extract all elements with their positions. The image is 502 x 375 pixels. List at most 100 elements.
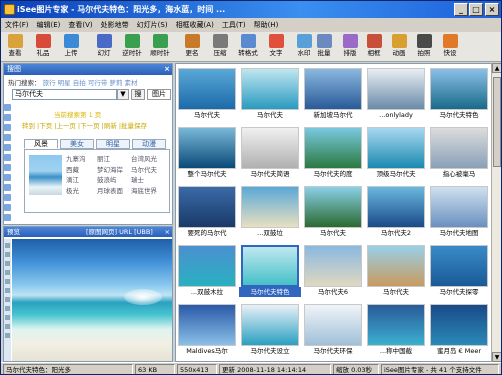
category-link[interactable]: 瑞士 [131, 175, 157, 186]
category-link[interactable]: 丽江 [97, 154, 123, 165]
category-thumbnail[interactable] [29, 155, 62, 195]
toolbar-button[interactable]: 压缩 [208, 33, 232, 61]
vertical-scrollbar[interactable]: ▲ ▼ [491, 63, 501, 362]
thumbnail-image[interactable] [367, 186, 425, 228]
thumbnail-item[interactable]: 马尔代夫6 [302, 243, 364, 299]
thumbnail-image[interactable] [178, 186, 236, 228]
thumbnail-item[interactable]: 马尔代夫特色 [239, 243, 301, 299]
thumbnail-item[interactable]: 马尔代夫 [176, 66, 238, 122]
close-icon[interactable]: × [165, 227, 170, 237]
thumbnail-item[interactable]: 马尔代夫地图 [428, 184, 490, 240]
toolbar-button[interactable]: 批量 [312, 33, 336, 61]
preview-links[interactable]: [原图网页] URL [UBB] [86, 227, 153, 237]
menu-item[interactable]: 幻灯片(S) [133, 18, 172, 32]
engine-select[interactable]: 图片 [147, 89, 171, 100]
thumbnail-item[interactable]: ...称中国截 [365, 302, 427, 358]
thumbnail-item[interactable]: 要死的马尔代 [176, 184, 238, 240]
page-nav-link[interactable]: 下一页 [80, 122, 100, 130]
thumbnail-item[interactable]: ...双鼓垃 [239, 184, 301, 240]
thumbnail-item[interactable]: 马尔代夫环保 [302, 302, 364, 358]
thumbnail-image[interactable] [367, 245, 425, 287]
thumbnail-image[interactable] [367, 127, 425, 169]
thumbnail-item[interactable]: 马尔代夫设立 [239, 302, 301, 358]
thumbnail-item[interactable]: 马尔代夫的度 [302, 125, 364, 181]
thumbnail-image[interactable] [430, 245, 488, 287]
category-link[interactable]: 九寨沟 [66, 154, 86, 165]
category-link[interactable]: 漓江 [66, 175, 86, 186]
menu-item[interactable]: 处影地带 [97, 18, 133, 32]
thumbnail-image[interactable] [241, 68, 299, 110]
toolbar-button[interactable]: 相框 [362, 33, 386, 61]
category-tab[interactable]: 风景 [24, 139, 58, 149]
toolbar-button[interactable]: 顺时针 [148, 33, 172, 61]
menu-item[interactable]: 相框收藏(A) [172, 18, 218, 32]
scroll-down-icon[interactable]: ▼ [492, 352, 501, 362]
title-bar[interactable]: iSee图片专家 - 马尔代夫特色：阳光多，海水蓝，时间 ... _ □ × [1, 1, 501, 18]
category-tab[interactable]: 美女 [60, 139, 94, 149]
thumbnail-item[interactable]: 蜜月岛 € Meer [428, 302, 490, 358]
thumbnail-item[interactable]: 新加坡马尔代 [302, 66, 364, 122]
thumbnail-item[interactable]: 马尔代夫 [365, 243, 427, 299]
thumbnail-item[interactable]: 马尔代夫探零 [428, 243, 490, 299]
toolbar-button[interactable]: 文字 [264, 33, 288, 61]
page-nav-link[interactable]: 上一页 [56, 122, 76, 130]
thumbnail-item[interactable]: 马尔代夫2 [365, 184, 427, 240]
thumbnail-image[interactable] [178, 304, 236, 346]
thumbnail-item[interactable]: 马尔代夫 [239, 66, 301, 122]
toolbar-button[interactable]: 逆时针 [120, 33, 144, 61]
thumbnail-image[interactable] [304, 186, 362, 228]
menu-item[interactable]: 帮助(H) [250, 18, 283, 32]
thumbnail-image[interactable] [241, 304, 299, 346]
preview-image[interactable] [12, 239, 172, 361]
thumbnail-image[interactable] [304, 127, 362, 169]
toolbar-button[interactable]: 礼品 [31, 33, 55, 61]
thumbnail-image[interactable] [367, 304, 425, 346]
thumbnail-item[interactable]: 马尔代夫 [302, 184, 364, 240]
category-link[interactable]: 海底世界 [131, 186, 157, 197]
page-nav-link[interactable]: 转到 [22, 122, 35, 130]
category-link[interactable]: 鼓浪屿 [97, 175, 123, 186]
toolbar-button[interactable]: 查看 [3, 33, 27, 61]
thumbnail-image[interactable] [241, 245, 299, 287]
thumbnail-image[interactable] [430, 68, 488, 110]
thumbnail-item[interactable]: 整个马尔代夫 [176, 125, 238, 181]
thumbnail-item[interactable]: 指心被毫马 [428, 125, 490, 181]
thumbnail-image[interactable] [367, 68, 425, 110]
hot-search-link[interactable]: 自拍 [73, 79, 86, 87]
category-link[interactable]: 台湾风光 [131, 154, 157, 165]
thumbnail-image[interactable] [304, 68, 362, 110]
maximize-button[interactable]: □ [469, 3, 483, 16]
category-link[interactable]: 极光 [66, 186, 86, 197]
hot-search-link[interactable]: 明星 [58, 79, 71, 87]
category-tab[interactable]: 明星 [96, 139, 130, 149]
thumbnail-image[interactable] [241, 127, 299, 169]
scroll-up-icon[interactable]: ▲ [492, 63, 501, 73]
thumbnail-item[interactable]: Maldives马尔 [176, 302, 238, 358]
minimize-button[interactable]: _ [454, 3, 468, 16]
menu-item[interactable]: 编辑(E) [33, 18, 65, 32]
thumbnail-image[interactable] [430, 186, 488, 228]
page-nav-link[interactable]: 下页 [39, 122, 52, 130]
hot-search-link[interactable]: 素材 [124, 79, 137, 87]
thumbnail-image[interactable] [430, 304, 488, 346]
menu-item[interactable]: 查看(V) [64, 18, 96, 32]
menu-item[interactable]: 工具(T) [218, 18, 250, 32]
hot-search-link[interactable]: 旅行 [43, 79, 56, 87]
thumbnail-item[interactable]: 顶级马尔代夫 [365, 125, 427, 181]
category-tab[interactable]: 动漫 [132, 139, 166, 149]
thumbnail-image[interactable] [430, 127, 488, 169]
toolbar-button[interactable]: 快设 [438, 33, 462, 61]
toolbar-button[interactable]: 排版 [338, 33, 362, 61]
hot-search-link[interactable]: 可行带 [88, 79, 108, 87]
thumbnail-item[interactable]: 马尔代夫特色 [428, 66, 490, 122]
thumbnail-image[interactable] [304, 304, 362, 346]
scroll-thumb[interactable] [493, 77, 501, 167]
page-nav-link[interactable]: 刷新 [104, 122, 117, 130]
hot-search-link[interactable]: 萝莉 [109, 79, 122, 87]
toolbar-button[interactable]: 更名 [180, 33, 204, 61]
thumbnail-item[interactable]: ...onlylady [365, 66, 427, 122]
search-input[interactable]: 马尔代夫 [12, 89, 117, 100]
thumbnail-item[interactable]: 马尔代夫简语 [239, 125, 301, 181]
toolbar-button[interactable]: 上传 [59, 33, 83, 61]
close-icon[interactable]: × [164, 64, 170, 75]
